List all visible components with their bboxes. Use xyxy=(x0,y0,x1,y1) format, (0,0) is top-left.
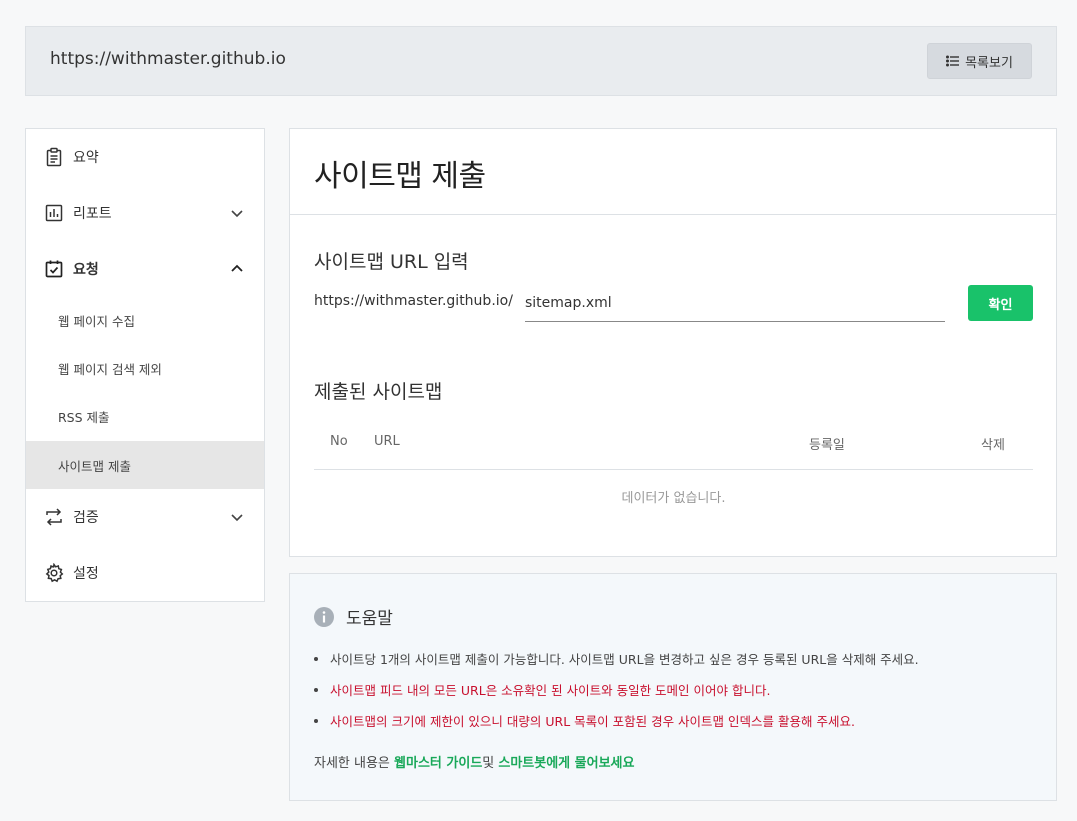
repeat-icon xyxy=(44,507,64,527)
sidebar-subitem-label: 웹 페이지 검색 제외 xyxy=(58,361,162,377)
help-footer-mid: 및 xyxy=(482,756,499,771)
sidebar-subitem-label: 웹 페이지 수집 xyxy=(58,313,135,329)
help-bullet-warning: 사이트맵 피드 내의 모든 URL은 소유확인 된 사이트와 동일한 도메인 이… xyxy=(314,680,770,699)
list-icon xyxy=(946,55,960,67)
sitemap-url-input[interactable] xyxy=(525,285,945,322)
sidebar-item-request[interactable]: 요청 xyxy=(26,245,264,293)
bullet-dot xyxy=(314,687,318,692)
table-header-date: 등록일 xyxy=(809,438,845,453)
sidebar-item-label: 요청 xyxy=(73,262,99,278)
help-bullet: 사이트당 1개의 사이트맵 제출이 가능합니다. 사이트맵 URL을 변경하고 … xyxy=(314,649,919,668)
help-bullet-text: 사이트맵 피드 내의 모든 URL은 소유확인 된 사이트와 동일한 도메인 이… xyxy=(330,683,771,698)
help-footer-prefix: 자세한 내용은 xyxy=(314,756,395,771)
clipboard-icon xyxy=(44,147,64,167)
sidebar: 요약 리포트 요청 웹 페이지 수집 웹 페이지 검색 제외 RSS 제출 사이… xyxy=(25,128,265,602)
sidebar-subitem-sitemap[interactable]: 사이트맵 제출 xyxy=(26,441,264,489)
confirm-button[interactable]: 확인 xyxy=(968,285,1033,321)
sidebar-subitem-page-collect[interactable]: 웹 페이지 수집 xyxy=(26,296,264,344)
bar-chart-icon xyxy=(44,203,64,223)
list-view-button[interactable]: 목록보기 xyxy=(927,43,1032,79)
sidebar-subitem-label: 사이트맵 제출 xyxy=(58,458,131,474)
list-view-label: 목록보기 xyxy=(965,55,1013,71)
chevron-down-icon xyxy=(231,514,243,522)
sidebar-item-report[interactable]: 리포트 xyxy=(26,189,264,237)
url-section-title: 사이트맵 URL 입력 xyxy=(314,251,469,273)
sidebar-item-summary[interactable]: 요약 xyxy=(26,133,264,181)
site-header: https://withmaster.github.io 목록보기 xyxy=(25,26,1057,96)
bullet-dot xyxy=(314,718,318,723)
table-divider xyxy=(314,469,1033,470)
sidebar-item-verify[interactable]: 검증 xyxy=(26,493,264,541)
help-panel: 도움말 사이트당 1개의 사이트맵 제출이 가능합니다. 사이트맵 URL을 변… xyxy=(289,573,1057,801)
help-footer: 자세한 내용은 웹마스터 가이드및 스마트봇에게 물어보세요 xyxy=(314,752,634,771)
url-prefix: https://withmaster.github.io/ xyxy=(314,293,513,309)
empty-message: 데이터가 없습니다. xyxy=(621,491,726,506)
help-title: 도움말 xyxy=(314,604,393,629)
table-header-url: URL xyxy=(374,434,400,449)
gear-icon xyxy=(44,563,64,583)
sidebar-subitem-page-exclude[interactable]: 웹 페이지 검색 제외 xyxy=(26,344,264,392)
sidebar-item-label: 요약 xyxy=(73,150,99,166)
help-bullet-text: 사이트맵의 크기에 제한이 있으니 대량의 URL 목록이 포함된 경우 사이트… xyxy=(330,714,855,729)
sidebar-item-label: 검증 xyxy=(73,510,99,526)
info-icon xyxy=(314,606,334,627)
page-title: 사이트맵 제출 xyxy=(314,159,486,194)
help-bullet-warning: 사이트맵의 크기에 제한이 있으니 대량의 URL 목록이 포함된 경우 사이트… xyxy=(314,711,855,730)
sidebar-item-label: 설정 xyxy=(73,566,99,582)
sidebar-item-settings[interactable]: 설정 xyxy=(26,549,264,597)
chevron-up-icon xyxy=(231,264,243,272)
table-header-no: No xyxy=(330,434,348,449)
sidebar-subitem-label: RSS 제출 xyxy=(58,409,110,425)
sidebar-subitem-rss[interactable]: RSS 제출 xyxy=(26,392,264,440)
site-url: https://withmaster.github.io xyxy=(50,49,286,69)
sidebar-item-label: 리포트 xyxy=(73,206,112,222)
checklist-icon xyxy=(44,259,64,279)
bullet-dot xyxy=(314,656,318,661)
smartbot-link[interactable]: 스마트봇에게 물어보세요 xyxy=(498,756,634,771)
divider xyxy=(290,214,1056,215)
submitted-section-title: 제출된 사이트맵 xyxy=(314,381,443,403)
sitemap-panel: 사이트맵 제출 사이트맵 URL 입력 https://withmaster.g… xyxy=(289,128,1057,557)
webmaster-guide-link[interactable]: 웹마스터 가이드 xyxy=(394,756,482,771)
help-title-label: 도움말 xyxy=(346,609,393,629)
help-bullet-text: 사이트당 1개의 사이트맵 제출이 가능합니다. 사이트맵 URL을 변경하고 … xyxy=(330,652,919,667)
chevron-down-icon xyxy=(231,210,243,218)
table-header-delete: 삭제 xyxy=(981,438,1005,453)
